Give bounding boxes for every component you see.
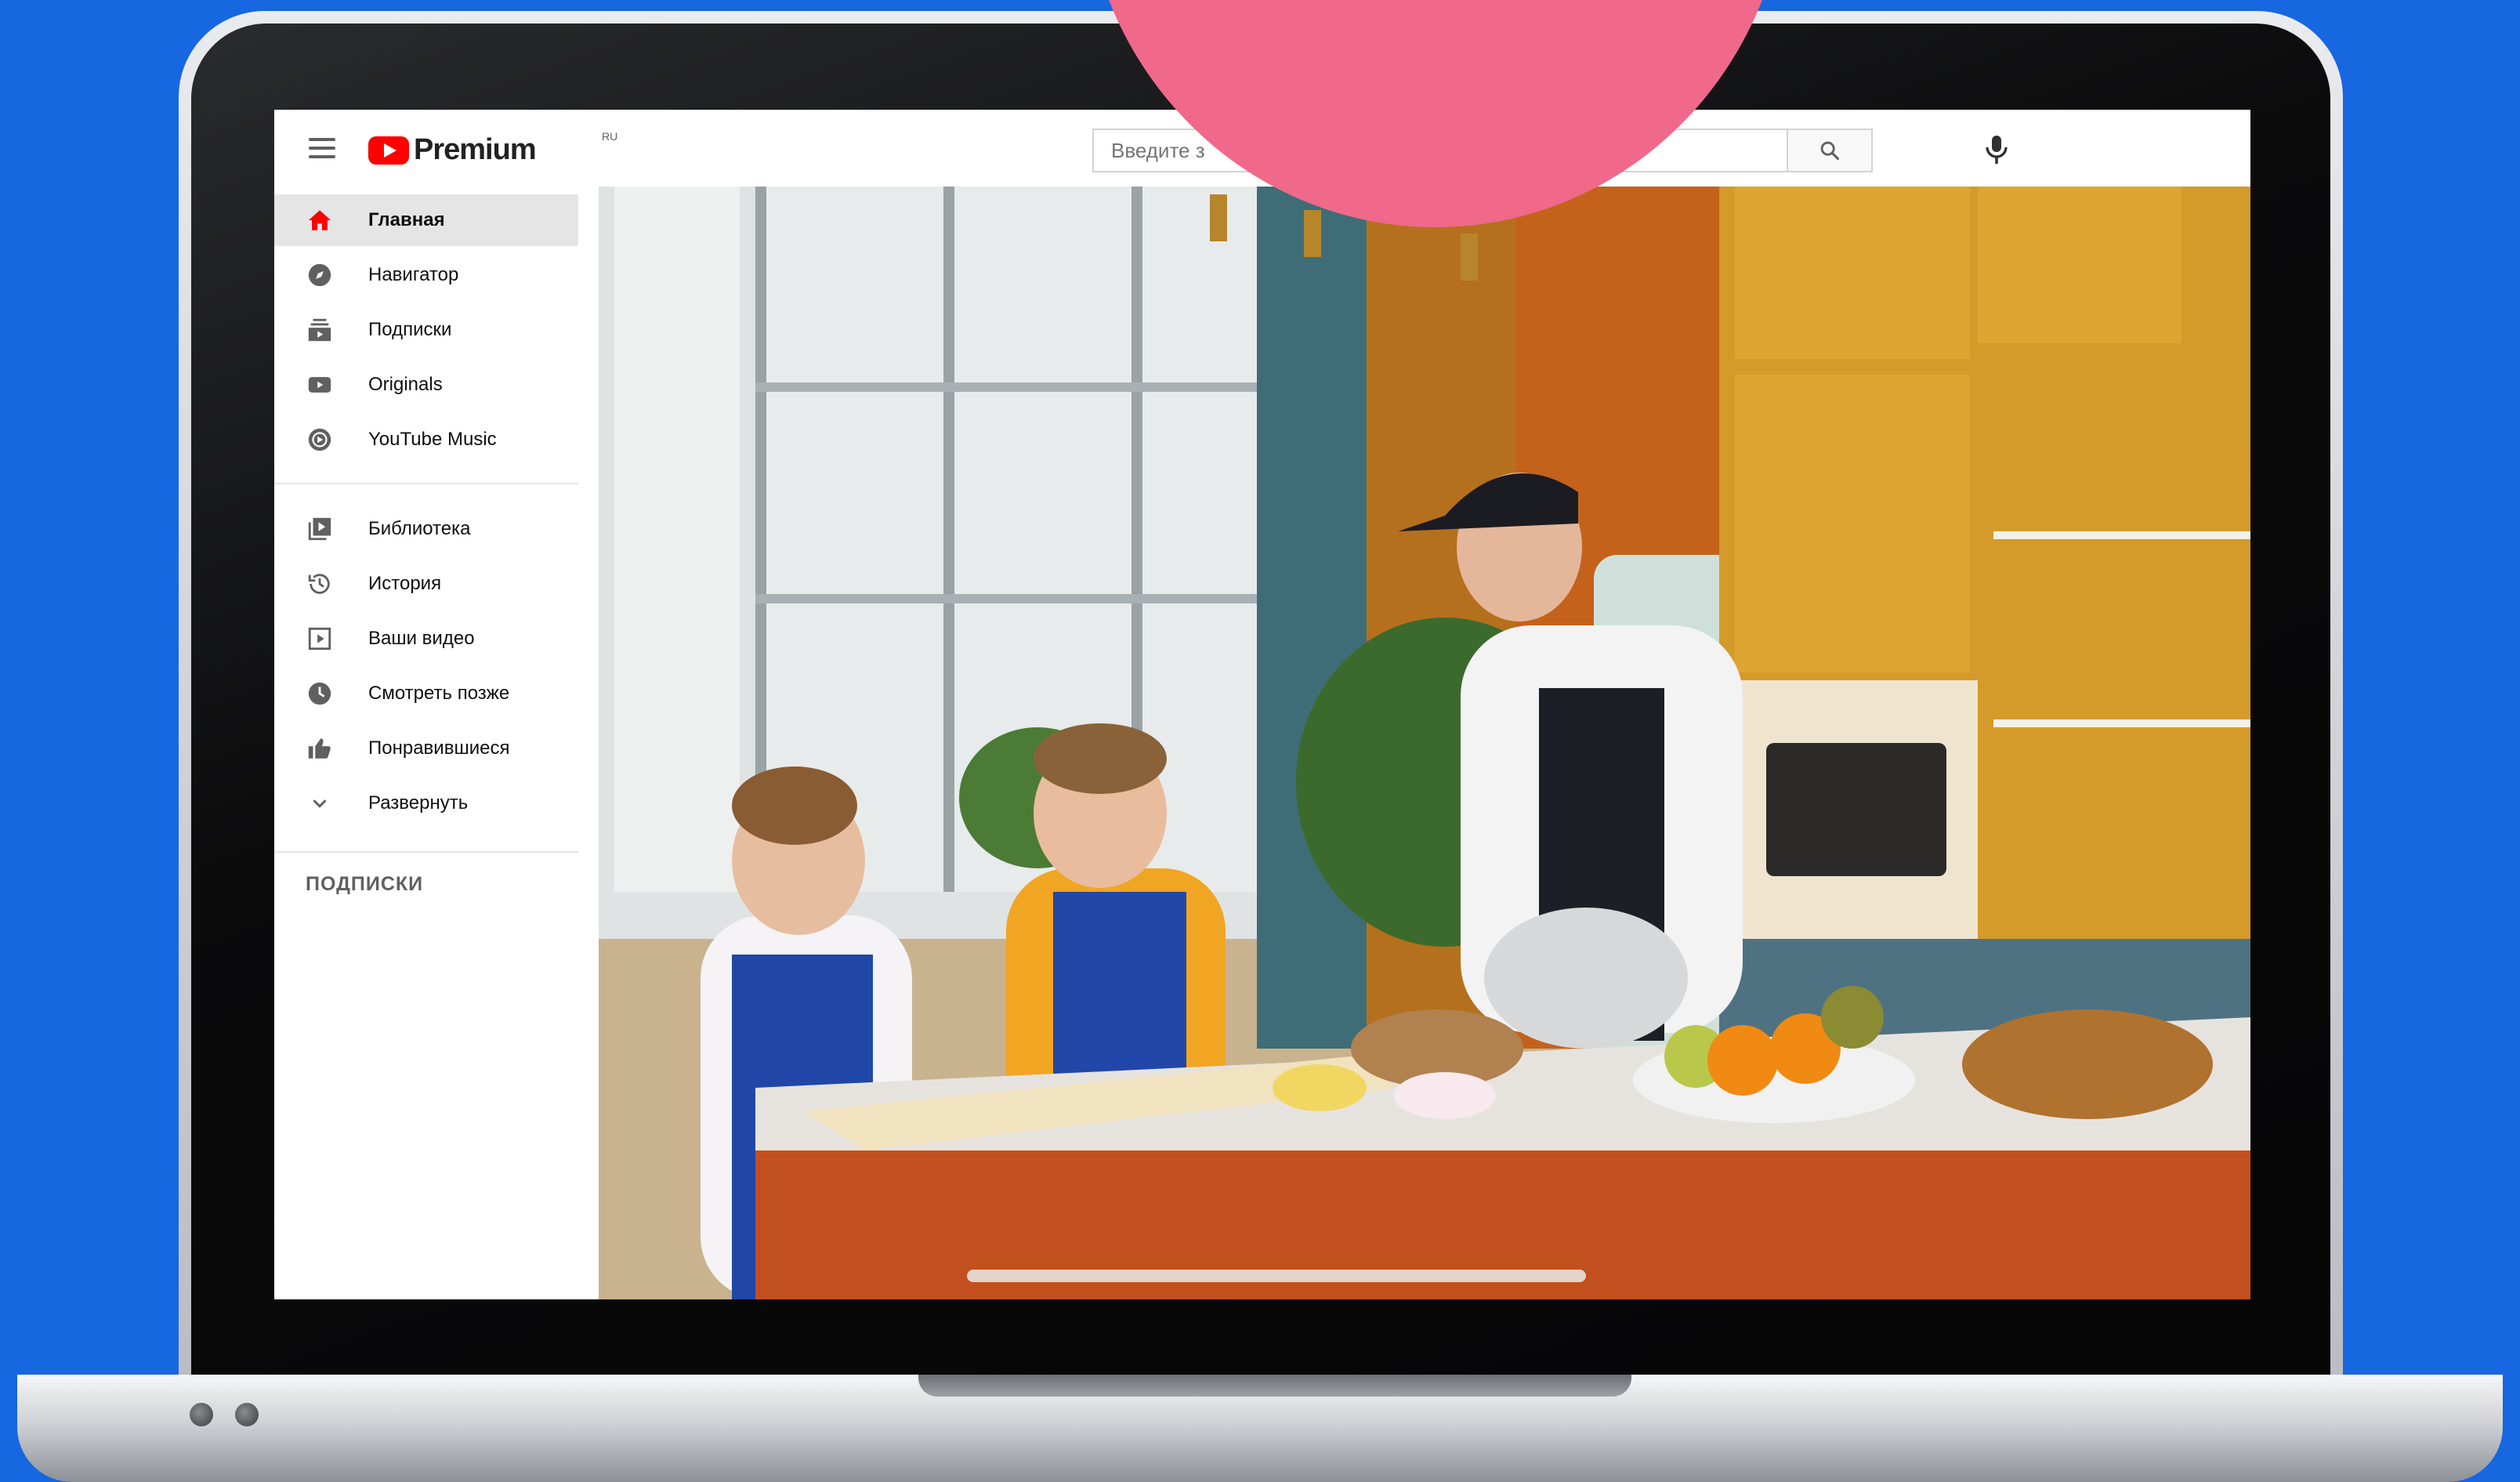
watch-later-icon [304,678,335,709]
history-icon [304,568,335,600]
logo-region: RU [602,130,618,143]
sidebar-item-label: Понравившиеся [368,737,510,759]
sidebar-item-library[interactable]: Библиотека [274,503,578,555]
search-icon [1820,141,1840,161]
sidebar-item-subscriptions[interactable]: Подписки [274,304,578,356]
sidebar-item-home[interactable]: Главная [274,194,578,246]
sidebar-item-explore[interactable]: Навигатор [274,249,578,301]
youtube-play-icon [368,136,409,165]
sidebar-item-originals[interactable]: Originals [274,359,578,411]
laptop-base-notch [918,1375,1631,1397]
sidebar-item-label: Развернуть [368,792,469,813]
your-videos-icon [304,623,335,654]
sidebar-item-label: Смотреть позже [368,683,510,704]
sidebar-item-youtube-music[interactable]: YouTube Music [274,414,578,466]
sidebar-divider [274,851,578,853]
video-player[interactable] [599,187,2250,1299]
voice-search-button[interactable] [1982,133,2011,166]
laptop-screen: Premium RU Введите з Главная Навигатор П… [274,110,2250,1299]
sidebar-item-label: Главная [368,209,445,230]
subscriptions-icon [304,314,335,346]
status-light [235,1403,259,1426]
status-light [190,1403,213,1426]
sidebar-item-label: Навигатор [368,264,459,285]
originals-icon [304,369,335,400]
sidebar-item-label: Ваши видео [368,628,475,649]
sidebar-item-label: Originals [368,374,443,395]
sidebar-item-label: YouTube Music [368,429,497,450]
sidebar-item-watch-later[interactable]: Смотреть позже [274,668,578,719]
sidebar-item-history[interactable]: История [274,558,578,610]
promo-stage: Premium RU Введите з Главная Навигатор П… [0,0,2520,1482]
microphone-icon [1986,136,2008,164]
music-icon [304,424,335,455]
video-frame [599,187,2250,1299]
sidebar-item-label: Библиотека [368,518,471,539]
logo-text: Premium [414,133,537,166]
home-icon [304,205,335,236]
subscriptions-section-title: ПОДПИСКИ [306,873,424,895]
chevron-down-icon [304,788,335,819]
sidebar-divider [274,483,578,484]
sidebar-item-liked[interactable]: Понравившиеся [274,723,578,774]
youtube-premium-logo[interactable]: Premium RU [368,130,617,167]
search-button[interactable] [1787,130,1871,171]
sidebar-item-label: Подписки [368,319,452,340]
sidebar-item-label: История [368,573,442,594]
thumbs-up-icon [304,733,335,764]
menu-icon[interactable] [309,138,335,158]
library-icon [304,513,335,545]
sidebar: Главная Навигатор Подписки Originals You… [274,187,599,1299]
compass-icon [304,259,335,291]
sidebar-item-show-more[interactable]: Развернуть [274,777,578,829]
home-indicator-bar[interactable] [967,1270,1586,1282]
sidebar-item-your-videos[interactable]: Ваши видео [274,613,578,665]
